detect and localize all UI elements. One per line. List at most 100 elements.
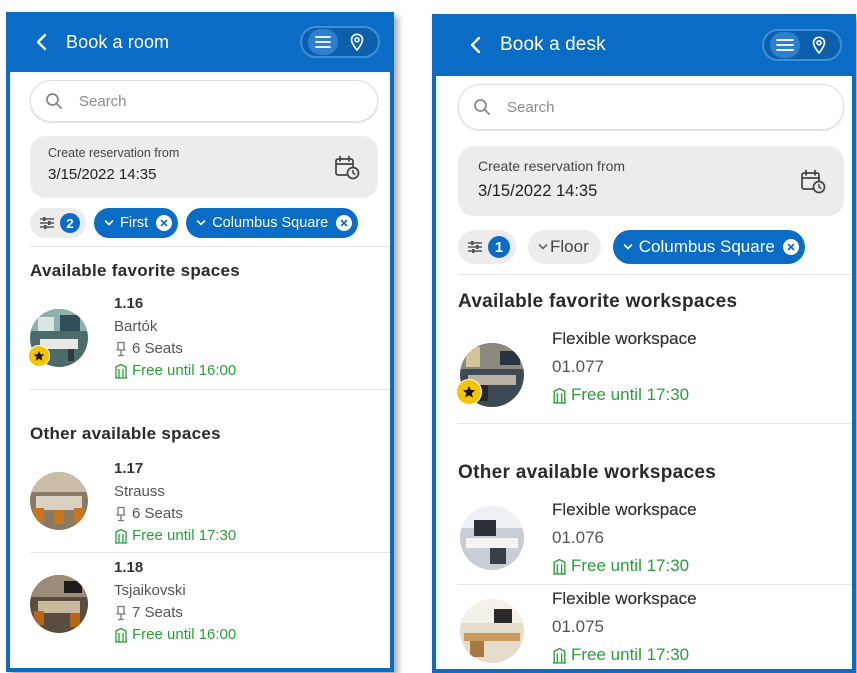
building-icon (553, 647, 566, 664)
view-toggle (762, 29, 842, 61)
floor-filter-chip[interactable]: Floor (528, 230, 601, 264)
list-item[interactable]: Flexible workspace 01.075 Free until 17:… (460, 589, 852, 669)
building-icon (115, 627, 127, 643)
workspace-code: 01.075 (552, 617, 604, 636)
reservation-start-picker[interactable]: Create reservation from 3/15/2022 14:35 (30, 136, 378, 198)
filter-sliders-icon (40, 217, 54, 229)
list-view-button[interactable] (770, 32, 800, 58)
workspace-name: Flexible workspace (552, 329, 697, 348)
filter-bar: 2 First Columbus Square (30, 208, 390, 238)
list-icon (776, 39, 794, 51)
clear-icon[interactable] (782, 239, 799, 255)
availability: Free until 17:30 (552, 385, 697, 405)
clear-icon[interactable] (336, 215, 353, 231)
filter-button[interactable]: 1 (458, 230, 516, 264)
divider (30, 552, 390, 553)
availability: Free until 17:30 (114, 527, 236, 544)
floor-filter-chip[interactable]: First (94, 208, 179, 238)
list-item[interactable]: 1.18 Tsjaikovski 7 Seats Free until 16:0… (30, 559, 390, 659)
back-arrow-icon[interactable] (466, 35, 486, 55)
chevron-down-icon (623, 243, 633, 251)
workspace-code: 01.077 (552, 357, 604, 376)
search-placeholder: Search (507, 98, 555, 116)
room-photo (28, 309, 88, 367)
search-input[interactable]: Search (458, 84, 844, 130)
room-photo (30, 575, 88, 633)
chip-label: First (120, 215, 149, 231)
reservation-label: Create reservation from (48, 146, 180, 160)
availability: Free until 16:00 (114, 362, 236, 379)
room-number: 1.16 (114, 295, 144, 312)
calendar-clock-icon[interactable] (800, 168, 826, 194)
chip-label: Floor (550, 237, 589, 256)
chevron-down-icon (196, 219, 206, 227)
star-icon (456, 379, 482, 405)
seat-icon (116, 605, 126, 620)
building-icon (553, 558, 566, 575)
book-room-screen: Book a room Search Create reservation fr… (6, 12, 394, 672)
divider (458, 274, 852, 275)
workspace-name: Flexible workspace (552, 500, 697, 519)
room-name: Tsjaikovski (114, 582, 186, 599)
room-photo (30, 472, 88, 530)
star-icon (28, 345, 50, 367)
chevron-down-icon (538, 243, 548, 251)
availability: Free until 17:30 (552, 556, 697, 576)
building-filter-chip[interactable]: Columbus Square (612, 230, 805, 264)
list-view-button[interactable] (308, 29, 338, 55)
divider (30, 246, 390, 247)
workspace-photo (456, 343, 524, 407)
divider (458, 584, 852, 585)
favorites-section-title: Available favorite workspaces (458, 291, 738, 312)
seat-icon (116, 506, 126, 521)
page-title: Book a room (66, 31, 170, 52)
book-desk-screen: Book a desk Search Create reservation fr… (432, 14, 856, 673)
search-placeholder: Search (79, 92, 127, 110)
room-name: Bartók (114, 318, 158, 335)
map-view-button[interactable] (804, 32, 834, 58)
workspace-name: Flexible workspace (552, 589, 697, 608)
app-header: Book a desk (436, 14, 852, 76)
building-filter-chip[interactable]: Columbus Square (186, 208, 359, 238)
others-section-title: Other available workspaces (458, 462, 717, 483)
chevron-down-icon (104, 219, 114, 227)
others-section-title: Other available spaces (30, 424, 221, 443)
reservation-datetime: 3/15/2022 14:35 (48, 166, 157, 183)
calendar-clock-icon[interactable] (334, 154, 360, 180)
list-item[interactable]: 1.16 Bartók 6 Seats Free until 16:00 (28, 295, 390, 389)
page-title: Book a desk (500, 34, 606, 55)
workspace-photo (460, 506, 524, 570)
room-number: 1.18 (114, 559, 144, 576)
availability: Free until 16:00 (114, 626, 236, 643)
room-name: Strauss (114, 483, 165, 500)
filter-count-badge: 1 (488, 236, 510, 258)
map-pin-icon (812, 36, 826, 54)
list-item[interactable]: Flexible workspace 01.077 Free until 17:… (456, 329, 852, 423)
search-icon (46, 93, 62, 109)
list-icon (315, 36, 331, 48)
favorites-section-title: Available favorite spaces (30, 261, 241, 280)
seat-icon (116, 341, 126, 356)
back-arrow-icon[interactable] (32, 32, 52, 52)
reservation-label: Create reservation from (478, 158, 626, 174)
divider (458, 423, 852, 424)
building-icon (553, 387, 566, 404)
view-toggle (300, 26, 380, 58)
seat-count: 6 Seats (114, 340, 236, 357)
list-item[interactable]: Flexible workspace 01.076 Free until 17:… (460, 500, 852, 584)
filter-button[interactable]: 2 (30, 208, 86, 238)
availability: Free until 17:30 (552, 645, 697, 665)
chip-label: Columbus Square (212, 215, 329, 231)
filter-sliders-icon (468, 241, 482, 253)
map-pin-icon (350, 33, 364, 51)
workspace-code: 01.076 (552, 528, 604, 547)
reservation-start-picker[interactable]: Create reservation from 3/15/2022 14:35 (458, 146, 844, 216)
seat-count: 7 Seats (114, 604, 236, 621)
map-view-button[interactable] (342, 29, 372, 55)
building-icon (115, 528, 127, 544)
room-number: 1.17 (114, 460, 144, 477)
search-input[interactable]: Search (30, 80, 378, 122)
clear-icon[interactable] (156, 215, 173, 231)
list-item[interactable]: 1.17 Strauss 6 Seats Free until 17:30 (30, 460, 390, 552)
search-icon (474, 99, 490, 115)
